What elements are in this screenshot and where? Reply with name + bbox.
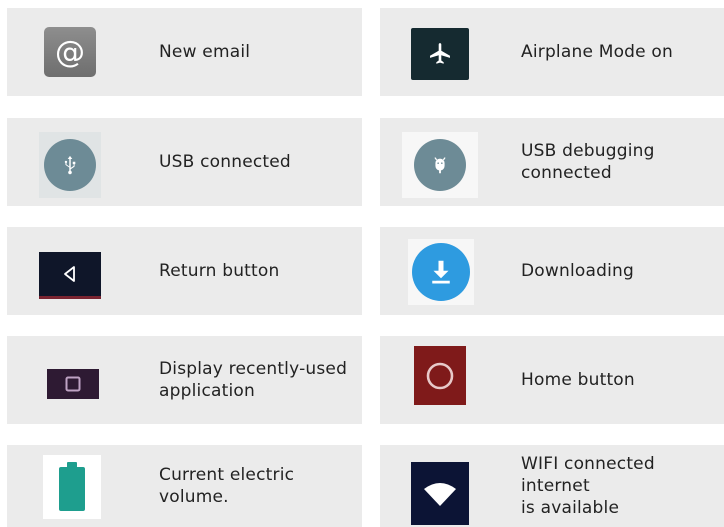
wifi-icon bbox=[411, 462, 469, 525]
battery-icon-tile bbox=[43, 455, 101, 519]
legend-item-airplane-mode: Airplane Mode on bbox=[380, 8, 724, 96]
legend-label: Airplane Mode on bbox=[521, 42, 674, 62]
android-debug-icon bbox=[414, 139, 466, 191]
back-triangle-icon bbox=[39, 252, 101, 299]
legend-item-recent-apps: Display recently-used application bbox=[7, 336, 362, 424]
legend-label: Display recently-used application bbox=[159, 359, 348, 401]
legend-label: USB connected bbox=[159, 152, 291, 172]
usb-icon-tile bbox=[39, 132, 101, 198]
at-sign-icon: @ bbox=[44, 27, 96, 77]
legend-item-wifi: WIFI connected internet is available bbox=[380, 445, 724, 527]
legend-label: Current electric volume. bbox=[159, 465, 295, 507]
legend-item-new-email: @ New email bbox=[7, 8, 362, 96]
legend-item-battery: Current electric volume. bbox=[7, 445, 362, 527]
battery-icon bbox=[59, 462, 85, 511]
android-debug-icon-tile bbox=[402, 132, 478, 198]
legend-label: Home button bbox=[521, 370, 635, 390]
home-circle-icon bbox=[414, 346, 466, 405]
usb-icon bbox=[44, 139, 96, 191]
legend-item-return-button: Return button bbox=[7, 227, 362, 315]
legend-label: USB debugging connected bbox=[521, 141, 655, 183]
legend-item-downloading: Downloading bbox=[380, 227, 724, 315]
legend-label: Downloading bbox=[521, 261, 634, 281]
airplane-icon bbox=[411, 28, 469, 80]
download-icon-tile bbox=[408, 239, 474, 305]
recent-apps-icon bbox=[47, 369, 99, 399]
legend-item-home-button: Home button bbox=[380, 336, 724, 424]
legend-label: Return button bbox=[159, 261, 280, 281]
legend-item-usb-debugging: USB debugging connected bbox=[380, 118, 724, 206]
legend-label: New email bbox=[159, 42, 251, 62]
legend-label: WIFI connected internet is available bbox=[521, 454, 655, 518]
download-icon bbox=[412, 243, 470, 301]
legend-item-usb-connected: USB connected bbox=[7, 118, 362, 206]
